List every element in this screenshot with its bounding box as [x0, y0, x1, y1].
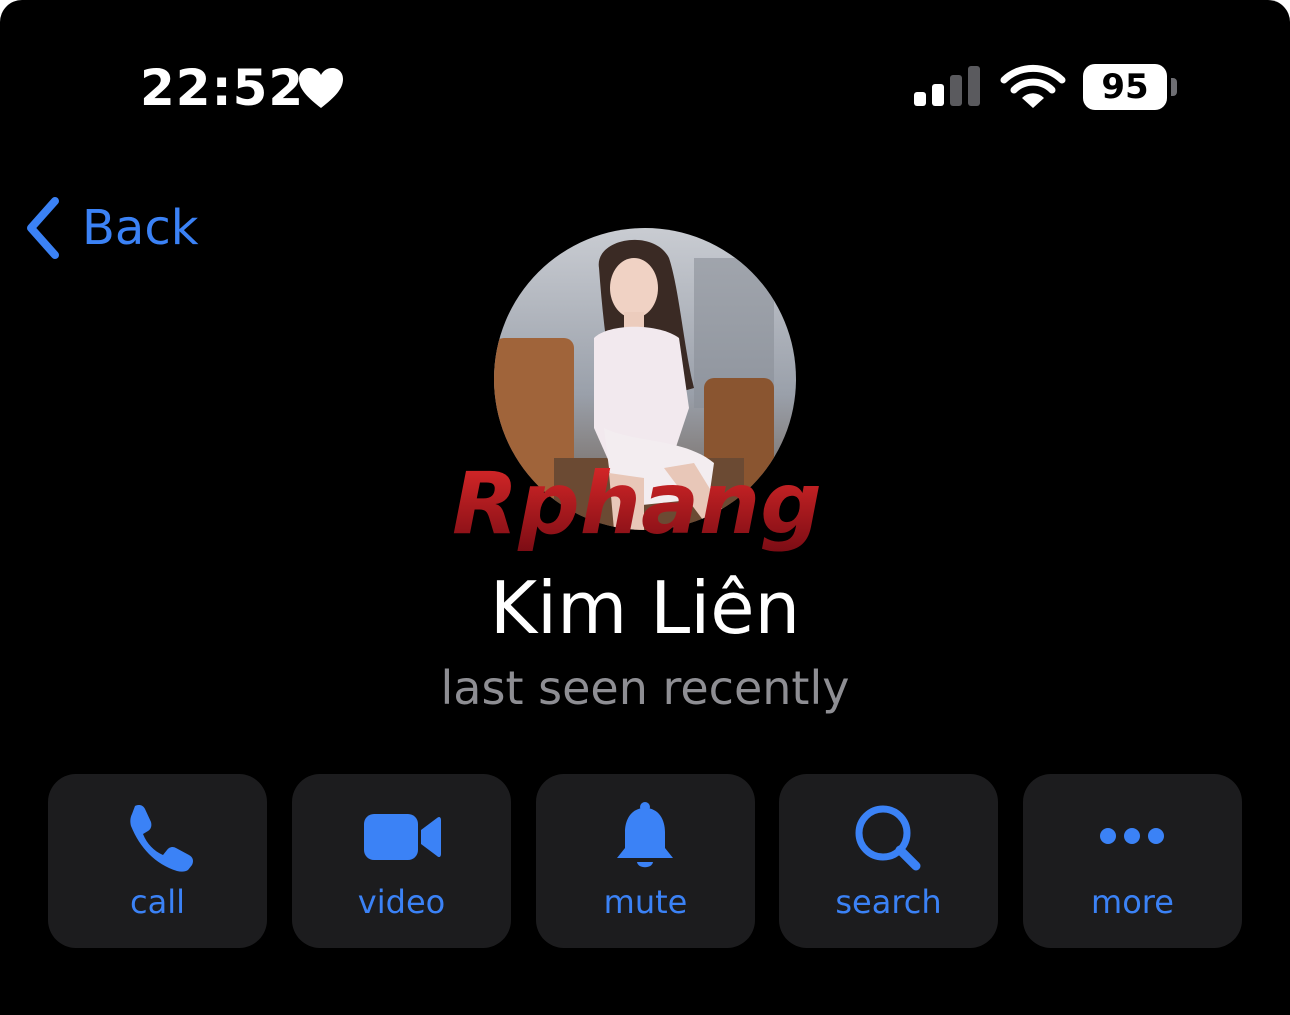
search-label: search [835, 883, 942, 921]
rphang-watermark-logo: Rphang [452, 455, 822, 554]
battery-indicator: 95 [1083, 64, 1167, 110]
ellipsis-icon [1100, 828, 1164, 844]
status-time: 22:52 [140, 59, 305, 117]
battery-percent: 95 [1101, 67, 1149, 107]
video-button[interactable]: video [292, 774, 511, 948]
call-label: call [130, 883, 185, 921]
battery-tip [1171, 78, 1177, 96]
phone-icon [130, 805, 193, 872]
video-camera-icon [364, 814, 441, 860]
more-button[interactable]: more [1023, 774, 1242, 948]
cellular-signal-icon [914, 66, 980, 106]
contact-name: Kim Liên [489, 566, 801, 650]
back-label: Back [82, 200, 199, 256]
contact-profile-screen: 22:52 95 Back Rphang Kim Liên last seen … [0, 0, 1290, 1015]
search-button[interactable]: search [779, 774, 998, 948]
bell-icon [617, 802, 673, 868]
heart-icon [299, 68, 343, 108]
video-label: video [357, 883, 446, 921]
contact-last-seen: last seen recently [440, 661, 850, 715]
chevron-left-icon [27, 197, 59, 259]
mute-label: mute [603, 883, 688, 921]
mute-button[interactable]: mute [536, 774, 755, 948]
back-button[interactable]: Back [22, 195, 199, 261]
magnifier-icon [855, 805, 921, 871]
call-button[interactable]: call [48, 774, 267, 948]
more-label: more [1091, 883, 1174, 921]
watermark-letter: Rphang [452, 455, 822, 554]
action-bar: call video mute search more [48, 774, 1242, 948]
wifi-icon [1000, 64, 1066, 108]
